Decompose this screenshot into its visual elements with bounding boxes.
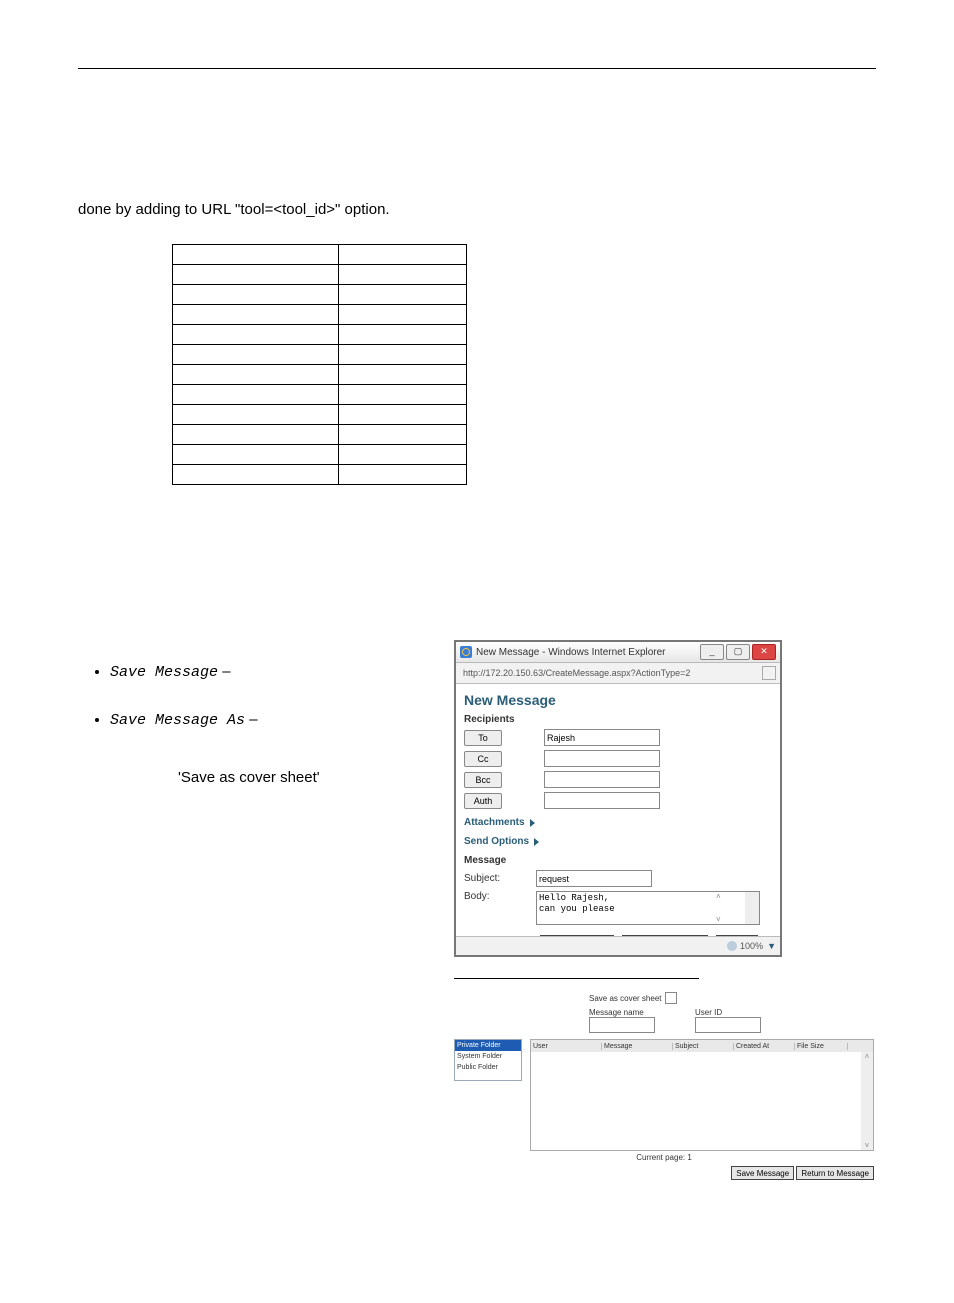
recipients-label: Recipients — [464, 714, 772, 725]
url-text: http://172.20.150.63/CreateMessage.aspx?… — [463, 668, 690, 678]
auth-input[interactable] — [544, 792, 660, 809]
body-label: Body: — [464, 891, 536, 902]
dash: – — [222, 663, 230, 680]
maximize-button[interactable]: ▢ — [726, 644, 750, 660]
page-heading: New Message — [464, 692, 772, 708]
save-cover-checkbox[interactable] — [665, 992, 677, 1004]
send-options-label: Send Options — [464, 836, 529, 847]
window-title: New Message - Windows Internet Explorer — [476, 647, 666, 658]
code-save-message: Save Message — [110, 664, 218, 681]
col-created[interactable]: Created At — [734, 1043, 795, 1050]
window-titlebar: New Message - Windows Internet Explorer … — [456, 642, 780, 663]
folder-public[interactable]: Public Folder — [455, 1062, 521, 1073]
grid-scrollbar[interactable]: ˄ ˅ — [861, 1052, 873, 1150]
triangle-right-icon — [530, 819, 535, 827]
zoom-icon — [727, 941, 737, 951]
grid-header: User Message Subject Created At File Siz… — [531, 1040, 873, 1052]
page-icon — [762, 666, 776, 680]
col-subject[interactable]: Subject — [673, 1043, 734, 1050]
messages-grid: User Message Subject Created At File Siz… — [530, 1039, 874, 1151]
divider-under-shot1 — [454, 978, 699, 979]
user-id-label: User ID — [695, 1008, 761, 1017]
bcc-input[interactable] — [544, 771, 660, 788]
bcc-button[interactable]: Bcc — [464, 772, 502, 788]
code-save-message-as: Save Message As — [110, 712, 245, 729]
return-to-message-button[interactable]: Return to Message — [796, 1166, 874, 1180]
screenshot-save-as: Save as cover sheet Message name User ID… — [454, 992, 874, 1188]
message-name-label: Message name — [589, 1008, 655, 1017]
body-textarea[interactable] — [537, 892, 745, 924]
cc-button[interactable]: Cc — [464, 751, 502, 767]
scroll-up-icon[interactable]: ˄ — [716, 892, 788, 901]
dash: – — [249, 711, 257, 728]
ie-icon — [460, 646, 472, 658]
address-bar: http://172.20.150.63/CreateMessage.aspx?… — [456, 663, 780, 684]
cc-input[interactable] — [544, 750, 660, 767]
close-button[interactable]: ✕ — [752, 644, 776, 660]
auth-button[interactable]: Auth — [464, 793, 502, 809]
subject-label: Subject: — [464, 873, 536, 884]
col-filesize[interactable]: File Size — [795, 1043, 848, 1050]
attachments-label: Attachments — [464, 817, 525, 828]
scroll-down-icon[interactable]: ˅ — [865, 1141, 870, 1150]
header-rule — [78, 68, 876, 69]
current-page: Current page: 1 — [454, 1153, 874, 1162]
scrollbar[interactable]: ˄ ˅ — [745, 892, 759, 924]
message-name-input[interactable] — [589, 1017, 655, 1033]
col-user[interactable]: User — [531, 1043, 602, 1050]
folder-private[interactable]: Private Folder — [455, 1040, 521, 1051]
save-cover-label: Save as cover sheet — [589, 994, 661, 1003]
zoom-value: 100% — [740, 941, 763, 951]
minimize-button[interactable]: _ — [700, 644, 724, 660]
attachments-expander[interactable]: Attachments — [464, 817, 772, 828]
col-message[interactable]: Message — [602, 1043, 673, 1050]
subject-input[interactable] — [536, 870, 652, 887]
message-label: Message — [464, 855, 772, 866]
screenshot-new-message: New Message - Windows Internet Explorer … — [454, 640, 782, 957]
folder-tree[interactable]: Private Folder System Folder Public Fold… — [454, 1039, 522, 1081]
save-message-button[interactable]: Save Message — [731, 1166, 794, 1180]
to-input[interactable] — [544, 729, 660, 746]
folder-system[interactable]: System Folder — [455, 1051, 521, 1062]
status-bar: 100% ▼ — [456, 936, 780, 955]
scroll-up-icon[interactable]: ˄ — [865, 1052, 870, 1061]
empty-table — [172, 244, 467, 485]
triangle-right-icon — [534, 838, 539, 846]
send-options-expander[interactable]: Send Options — [464, 836, 772, 847]
scroll-down-icon[interactable]: ˅ — [716, 915, 788, 924]
user-id-input[interactable] — [695, 1017, 761, 1033]
to-button[interactable]: To — [464, 730, 502, 746]
zoom-dropdown-icon[interactable]: ▼ — [767, 941, 776, 951]
body-line-url: done by adding to URL "tool=<tool_id>" o… — [78, 201, 876, 218]
